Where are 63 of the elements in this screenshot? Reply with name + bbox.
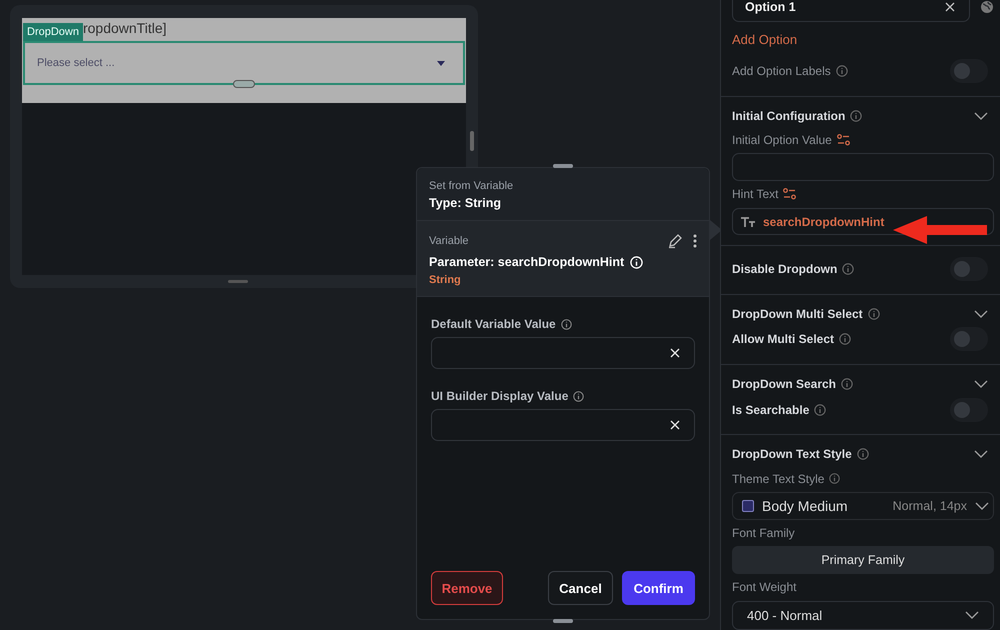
- field-label: Font Weight: [732, 580, 796, 594]
- popup-subtitle: Set from Variable: [429, 180, 514, 192]
- input-field[interactable]: [431, 409, 695, 441]
- chevron-icon[interactable]: [974, 310, 988, 318]
- bound-variable: searchDropdownHint: [763, 214, 884, 229]
- clear-icon[interactable]: [670, 348, 680, 358]
- chevron-icon: [965, 611, 979, 620]
- chevron-icon[interactable]: [974, 450, 988, 458]
- add-option-link[interactable]: Add Option: [732, 32, 994, 48]
- scrollbar[interactable]: [470, 131, 474, 151]
- popup-title: Type: String: [429, 196, 502, 210]
- section-title: DropDown Text Style: [732, 447, 852, 462]
- field-label: UI Builder Display Value: [431, 389, 568, 403]
- chevron-icon[interactable]: [974, 112, 988, 120]
- variable-label: Variable: [429, 235, 470, 247]
- edit-icon[interactable]: [667, 233, 683, 249]
- clear-icon[interactable]: [670, 420, 680, 430]
- dropdown-title: ropdownTitle]: [82, 19, 166, 37]
- toggle-label: Add Option Labels: [732, 64, 831, 78]
- field-label: Font Family: [732, 526, 795, 540]
- style-name: Body Medium: [762, 498, 848, 514]
- input-field[interactable]: [732, 153, 994, 182]
- toggle-label: Disable Dropdown: [732, 262, 838, 276]
- style-detail: Normal, 14px: [892, 498, 967, 513]
- parameter-type: String: [429, 274, 462, 286]
- dropdown-field[interactable]: Please select ...: [23, 41, 465, 85]
- option-field[interactable]: Option 1: [732, 0, 970, 22]
- variable-icon[interactable]: [836, 134, 850, 146]
- more-icon[interactable]: [693, 234, 697, 248]
- select-value: 400 - Normal: [747, 608, 822, 623]
- cancel-button[interactable]: Cancel: [548, 571, 613, 605]
- parameter-name: Parameter: searchDropdownHint: [429, 255, 624, 269]
- toggle-label: Allow Multi Select: [732, 332, 834, 346]
- section-title: DropDown Multi Select: [732, 306, 863, 321]
- resize-handle[interactable]: [233, 80, 255, 88]
- drag-handle[interactable]: [553, 164, 573, 168]
- input-field[interactable]: [431, 337, 695, 369]
- color-swatch: [742, 500, 754, 512]
- field-label: Initial Option Value: [732, 133, 832, 148]
- globe-icon[interactable]: [980, 0, 994, 14]
- field-label: Theme Text Style: [732, 472, 824, 486]
- section-title: DropDown Search: [732, 376, 836, 391]
- toggle-switch[interactable]: [950, 327, 988, 352]
- variable-icon[interactable]: [783, 188, 796, 200]
- selection-badge: DropDown: [23, 23, 83, 41]
- toggle-switch[interactable]: [950, 398, 988, 422]
- chevron-icon: [975, 502, 989, 510]
- text-type-icon: [741, 216, 757, 227]
- toggle-label: Is Searchable: [732, 402, 810, 417]
- section-title: Initial Configuration: [732, 108, 846, 123]
- font-family-button[interactable]: Primary Family: [732, 546, 994, 574]
- resize-handle[interactable]: [228, 280, 248, 283]
- drag-handle[interactable]: [553, 619, 573, 623]
- caret-icon: [437, 60, 445, 66]
- text-style-select[interactable]: Body Medium Normal, 14px: [732, 492, 994, 520]
- field-label: Default Variable Value: [431, 317, 556, 331]
- field-label: Hint Text: [732, 187, 778, 202]
- toggle-switch[interactable]: [950, 257, 988, 282]
- font-weight-select[interactable]: 400 - Normal: [732, 600, 994, 630]
- confirm-button[interactable]: Confirm: [622, 571, 695, 605]
- remove-button[interactable]: Remove: [431, 571, 503, 605]
- clear-icon[interactable]: [945, 2, 955, 12]
- chevron-icon[interactable]: [974, 380, 988, 388]
